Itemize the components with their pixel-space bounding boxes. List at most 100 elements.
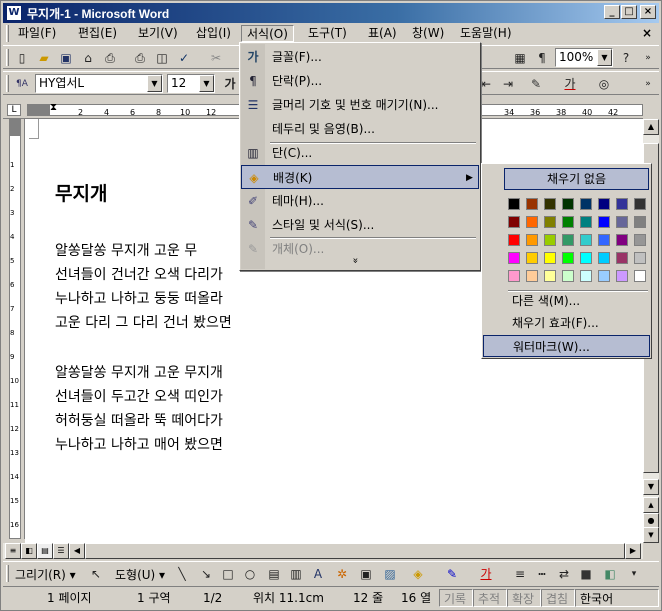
status-ext[interactable]: 확장: [507, 589, 541, 607]
open-folder-icon[interactable]: ▰: [35, 49, 53, 67]
menu-item-background[interactable]: ◈ 배경(K) ▶: [241, 165, 479, 189]
menu-item-styles-formatting[interactable]: ✎ 스타일 및 서식(S)...: [241, 213, 479, 237]
color-swatch[interactable]: [562, 198, 574, 210]
color-swatch[interactable]: [616, 234, 628, 246]
line-color-icon[interactable]: ✎: [443, 565, 461, 583]
next-page-icon[interactable]: ▼: [643, 527, 659, 543]
no-fill-button[interactable]: 채우기 없음: [504, 168, 649, 190]
toolbar-options-icon[interactable]: ▾: [625, 565, 643, 583]
color-swatch[interactable]: [544, 198, 556, 210]
color-swatch[interactable]: [508, 198, 520, 210]
zoom-select[interactable]: 100% ▼: [555, 48, 613, 67]
hscroll-thumb[interactable]: [85, 543, 625, 559]
color-swatch[interactable]: [544, 252, 556, 264]
clip-art-icon[interactable]: ▣: [357, 565, 375, 583]
diagram-icon[interactable]: ✲: [333, 565, 351, 583]
toolbar-grip[interactable]: [6, 75, 9, 92]
picture-icon[interactable]: ▨: [381, 565, 399, 583]
rectangle-icon[interactable]: □: [219, 565, 237, 583]
menu-insert[interactable]: 삽입(I): [191, 25, 236, 42]
watermark-item[interactable]: 워터마크(W)...: [483, 335, 650, 357]
line-style-icon[interactable]: ≡: [511, 565, 529, 583]
color-swatch[interactable]: [580, 216, 592, 228]
fill-effects-item[interactable]: 채우기 효과(F)...: [483, 312, 650, 334]
color-swatch[interactable]: [562, 216, 574, 228]
color-swatch[interactable]: [598, 198, 610, 210]
word-app-icon[interactable]: W: [6, 5, 22, 21]
menu-item-columns[interactable]: ▥ 단(C)...: [241, 141, 479, 165]
text-box-icon[interactable]: ▤: [265, 565, 283, 583]
color-swatch[interactable]: [580, 252, 592, 264]
print-layout-icon[interactable]: ▤: [37, 543, 53, 559]
minimize-button[interactable]: _: [604, 5, 620, 19]
color-swatch[interactable]: [616, 270, 628, 282]
draw-menu-button[interactable]: 그리기(R) ▾: [15, 566, 76, 584]
menu-edit[interactable]: 편집(E): [73, 25, 122, 42]
help-icon[interactable]: ?: [617, 49, 635, 67]
color-swatch[interactable]: [526, 270, 538, 282]
toolbar-grip[interactable]: [6, 49, 9, 66]
vertical-ruler[interactable]: 1 2 3 4 5 6 7 8 9 10 11 12 13 14 15 16: [3, 119, 25, 539]
print-preview-icon[interactable]: ⎙: [101, 49, 119, 67]
show-hide-icon[interactable]: ¶: [533, 49, 551, 67]
phonetic-icon[interactable]: ◎: [595, 75, 613, 93]
chevron-down-icon[interactable]: ▼: [597, 49, 612, 66]
menubar-grip[interactable]: [6, 25, 9, 42]
color-swatch[interactable]: [544, 216, 556, 228]
color-swatch[interactable]: [598, 252, 610, 264]
color-swatch[interactable]: [634, 198, 646, 210]
color-swatch[interactable]: [580, 234, 592, 246]
color-swatch[interactable]: [562, 252, 574, 264]
status-ovr[interactable]: 겹침: [541, 589, 575, 607]
outline-view-icon[interactable]: ☰: [53, 543, 69, 559]
font-name-select[interactable]: HY엽서L ▼: [35, 74, 163, 93]
font-color-icon[interactable]: 가: [477, 565, 495, 583]
tab-selector-icon[interactable]: L: [7, 104, 21, 116]
color-swatch[interactable]: [598, 234, 610, 246]
expand-menu-icon[interactable]: »: [350, 257, 361, 263]
oval-icon[interactable]: ○: [241, 565, 259, 583]
color-swatch[interactable]: [580, 270, 592, 282]
color-swatch[interactable]: [526, 198, 538, 210]
scroll-down-icon[interactable]: ▼: [643, 479, 659, 495]
scroll-left-icon[interactable]: ◀: [69, 543, 85, 559]
menu-item-font[interactable]: 가 글꼴(F)...: [241, 45, 479, 69]
color-swatch[interactable]: [508, 270, 520, 282]
maximize-button[interactable]: □: [621, 5, 637, 19]
font-color-icon[interactable]: 가: [561, 75, 579, 93]
menu-view[interactable]: 보기(V): [133, 25, 183, 42]
increase-indent-icon[interactable]: ⇥: [499, 75, 517, 93]
doc-map-icon[interactable]: ▦: [511, 49, 529, 67]
color-swatch[interactable]: [508, 234, 520, 246]
scroll-right-icon[interactable]: ▶: [625, 543, 641, 559]
menu-file[interactable]: 파일(F): [13, 25, 61, 42]
previous-page-icon[interactable]: ▲: [643, 497, 659, 513]
color-swatch[interactable]: [598, 270, 610, 282]
color-swatch[interactable]: [616, 198, 628, 210]
select-objects-icon[interactable]: ↖: [87, 565, 105, 583]
menu-table[interactable]: 표(A): [363, 25, 402, 42]
color-swatch[interactable]: [544, 234, 556, 246]
color-swatch[interactable]: [526, 252, 538, 264]
color-swatch[interactable]: [634, 270, 646, 282]
color-swatch[interactable]: [634, 252, 646, 264]
color-swatch[interactable]: [562, 270, 574, 282]
print-icon[interactable]: ⎙: [131, 49, 149, 67]
scroll-up-icon[interactable]: ▲: [643, 119, 659, 135]
font-size-select[interactable]: 12 ▼: [167, 74, 215, 93]
menu-item-paragraph[interactable]: ¶ 단락(P)...: [241, 69, 479, 93]
toolbar-options-icon[interactable]: »: [639, 75, 657, 93]
color-swatch[interactable]: [508, 252, 520, 264]
highlight-icon[interactable]: ✎: [527, 75, 545, 93]
dash-style-icon[interactable]: ┅: [533, 565, 551, 583]
more-colors-item[interactable]: 다른 색(M)...: [483, 290, 650, 312]
color-swatch[interactable]: [526, 216, 538, 228]
permission-icon[interactable]: ⌂: [79, 49, 97, 67]
color-swatch[interactable]: [508, 216, 520, 228]
menu-tools[interactable]: 도구(T): [303, 25, 352, 42]
web-layout-icon[interactable]: ◧: [21, 543, 37, 559]
menu-help[interactable]: 도움말(H): [455, 25, 517, 42]
menu-window[interactable]: 창(W): [407, 25, 449, 42]
new-document-icon[interactable]: ▯: [13, 49, 31, 67]
horizontal-scrollbar[interactable]: ≡ ◧ ▤ ☰ ◀ ▶: [3, 543, 643, 559]
